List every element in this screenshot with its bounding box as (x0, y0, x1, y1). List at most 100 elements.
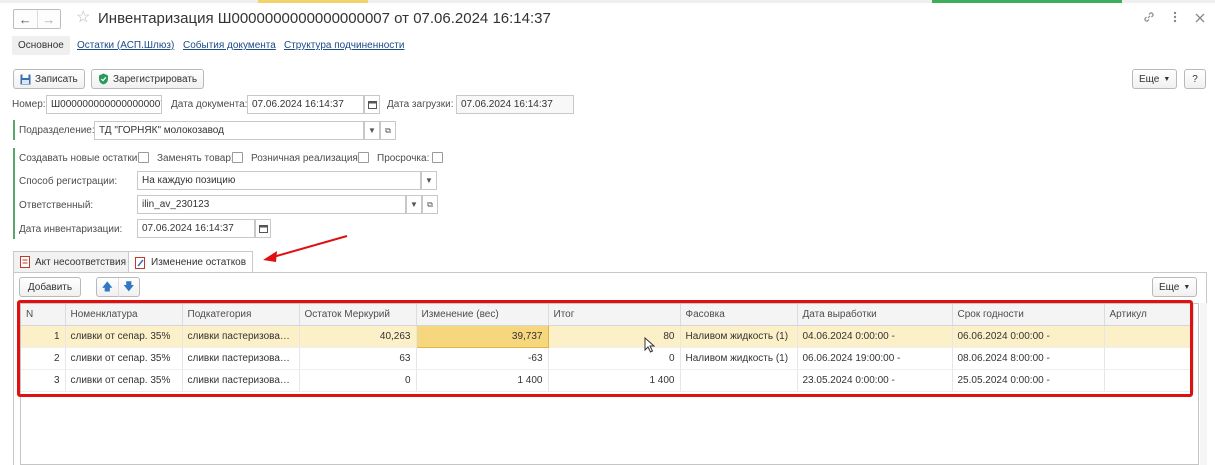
cell-article[interactable] (1104, 369, 1194, 392)
section-main[interactable]: Основное (12, 36, 70, 55)
column-header[interactable]: Изменение (вес) (416, 304, 549, 326)
cell-nomenclature[interactable]: сливки от сепар. 35% (65, 325, 183, 348)
doc-date-calendar-button[interactable] (364, 95, 380, 114)
column-header[interactable]: N (21, 304, 66, 326)
inv-date-field[interactable]: 07.06.2024 16:14:37 (137, 219, 255, 238)
link-icon[interactable] (1143, 11, 1155, 26)
table-row[interactable]: 3 сливки от сепар. 35% сливки пастеризов… (21, 369, 1194, 392)
replace-goods-checkbox[interactable] (232, 152, 243, 163)
register-button[interactable]: Зарегистрировать (91, 69, 205, 89)
doc-date-label: Дата документа: (171, 99, 248, 110)
division-dropdown-button[interactable]: ▼ (364, 121, 380, 140)
arrow-up-icon[interactable]: 🡅 (97, 278, 118, 297)
section-link-events[interactable]: События документа (183, 40, 276, 51)
column-header[interactable]: Итог (548, 304, 681, 326)
column-header[interactable]: Артикул (1104, 304, 1194, 326)
shield-icon (99, 73, 108, 85)
close-icon[interactable] (1195, 11, 1205, 26)
retail-checkbox[interactable] (358, 152, 369, 163)
cell-n[interactable]: 3 (21, 369, 66, 392)
column-header[interactable]: Дата выработки (797, 304, 953, 326)
division-open-button[interactable]: ⧉ (380, 121, 396, 140)
cell-production-date[interactable]: 23.05.2024 0:00:00 - (797, 369, 953, 392)
cell-weight-change[interactable]: -63 (416, 347, 549, 370)
column-header[interactable]: Подкатегория (182, 304, 300, 326)
more-button-label: Еще (1139, 73, 1160, 85)
cell-mercury-balance[interactable]: 40,263 (299, 325, 417, 348)
doc-date-field[interactable]: 07.06.2024 16:14:37 (247, 95, 364, 114)
save-button[interactable]: Записать (13, 69, 85, 89)
favorite-star-icon[interactable]: ☆ (76, 10, 90, 26)
create-new-checkbox[interactable] (138, 152, 149, 163)
tab-label: Изменение остатков (151, 257, 247, 268)
cell-mercury-balance[interactable]: 63 (299, 347, 417, 370)
cell-total[interactable]: 1 400 (548, 369, 681, 392)
responsible-field[interactable]: ilin_av_230123 (137, 195, 406, 214)
inv-date-label: Дата инвентаризации: (19, 224, 123, 235)
register-button-label: Зарегистрировать (113, 73, 198, 85)
more-button[interactable]: Еще ▼ (1132, 69, 1178, 89)
division-label: Подразделение: (19, 125, 95, 136)
cell-subcategory[interactable]: сливки пастеризован... (182, 347, 300, 370)
cell-packing[interactable]: Наливом жидкость (1) (680, 325, 798, 348)
cell-total[interactable]: 0 (548, 347, 681, 370)
cell-packing[interactable] (680, 369, 798, 392)
back-arrow-icon[interactable]: ← (14, 10, 37, 28)
cell-total[interactable]: 80 (548, 325, 681, 348)
cell-article[interactable] (1104, 325, 1194, 348)
column-header[interactable]: Фасовка (680, 304, 798, 326)
annotation-arrow (263, 235, 348, 262)
column-header[interactable]: Срок годности (952, 304, 1105, 326)
section-bar: Основное Остатки (АСП.Шлюз) События доку… (0, 36, 600, 58)
table-row[interactable]: 2 сливки от сепар. 35% сливки пастеризов… (21, 347, 1194, 370)
replace-goods-label: Заменять товар: (157, 153, 234, 164)
forward-arrow-icon[interactable]: → (36, 10, 61, 28)
cell-weight-change[interactable]: 1 400 (416, 369, 549, 392)
column-header[interactable]: Остаток Меркурий (299, 304, 417, 326)
add-row-button[interactable]: Добавить (19, 277, 81, 297)
more-icon[interactable] (1173, 11, 1177, 26)
section-link-balances[interactable]: Остатки (АСП.Шлюз) (77, 40, 174, 51)
cell-nomenclature[interactable]: сливки от сепар. 35% (65, 369, 183, 392)
cell-mercury-balance[interactable]: 0 (299, 369, 417, 392)
division-field[interactable]: ТД "ГОРНЯК" молокозавод (94, 121, 364, 140)
tab-balance-change[interactable]: Изменение остатков (128, 251, 254, 273)
responsible-dropdown-button[interactable]: ▼ (406, 195, 422, 214)
chevron-down-icon: ▼ (368, 126, 376, 135)
table-scrollbar[interactable] (1200, 303, 1207, 465)
retail-label: Розничная реализация: (251, 153, 361, 164)
table-more-button[interactable]: Еще ▼ (1152, 277, 1198, 297)
section-link-structure[interactable]: Структура подчиненности (284, 40, 404, 51)
tab-mismatch-act[interactable]: Акт несоответствия (13, 251, 133, 272)
group-marker (13, 148, 15, 239)
cell-packing[interactable]: Наливом жидкость (1) (680, 347, 798, 370)
cell-expiry-date[interactable]: 08.06.2024 8:00:00 - (952, 347, 1105, 370)
cell-expiry-date[interactable]: 25.05.2024 0:00:00 - (952, 369, 1105, 392)
cell-subcategory[interactable]: сливки пастеризован... (182, 369, 300, 392)
cell-nomenclature[interactable]: сливки от сепар. 35% (65, 347, 183, 370)
cell-expiry-date[interactable]: 06.06.2024 0:00:00 - (952, 325, 1105, 348)
cell-article[interactable] (1104, 347, 1194, 370)
cell-n[interactable]: 1 (21, 325, 66, 348)
cell-weight-change[interactable]: 39,737 (415, 324, 549, 348)
create-new-label: Создавать новые остатки: (19, 153, 141, 164)
column-header[interactable]: Номенклатура (65, 304, 183, 326)
number-field[interactable]: Ш0000000000000000007 (46, 95, 162, 114)
move-buttons: 🡅 🡇 (96, 277, 140, 297)
cell-subcategory[interactable]: сливки пастеризован... (182, 325, 300, 348)
expired-checkbox[interactable] (432, 152, 443, 163)
help-button[interactable]: ? (1184, 69, 1206, 89)
arrow-down-icon[interactable]: 🡇 (117, 277, 140, 297)
save-icon (20, 74, 31, 84)
chevron-down-icon: ▼ (410, 200, 418, 209)
reg-method-dropdown-button[interactable]: ▼ (421, 171, 437, 190)
table-row[interactable]: 1 сливки от сепар. 35% сливки пастеризов… (21, 324, 1194, 348)
cell-production-date[interactable]: 04.06.2024 0:00:00 - (797, 325, 953, 348)
mouse-cursor-icon (644, 337, 656, 353)
cell-production-date[interactable]: 06.06.2024 19:00:00 - (797, 347, 953, 370)
reg-method-field[interactable]: На каждую позицию (137, 171, 421, 190)
document-edit-icon (135, 256, 145, 269)
cell-n[interactable]: 2 (21, 347, 66, 370)
chevron-down-icon: ▼ (1163, 75, 1171, 83)
responsible-open-button[interactable]: ⧉ (422, 195, 438, 214)
